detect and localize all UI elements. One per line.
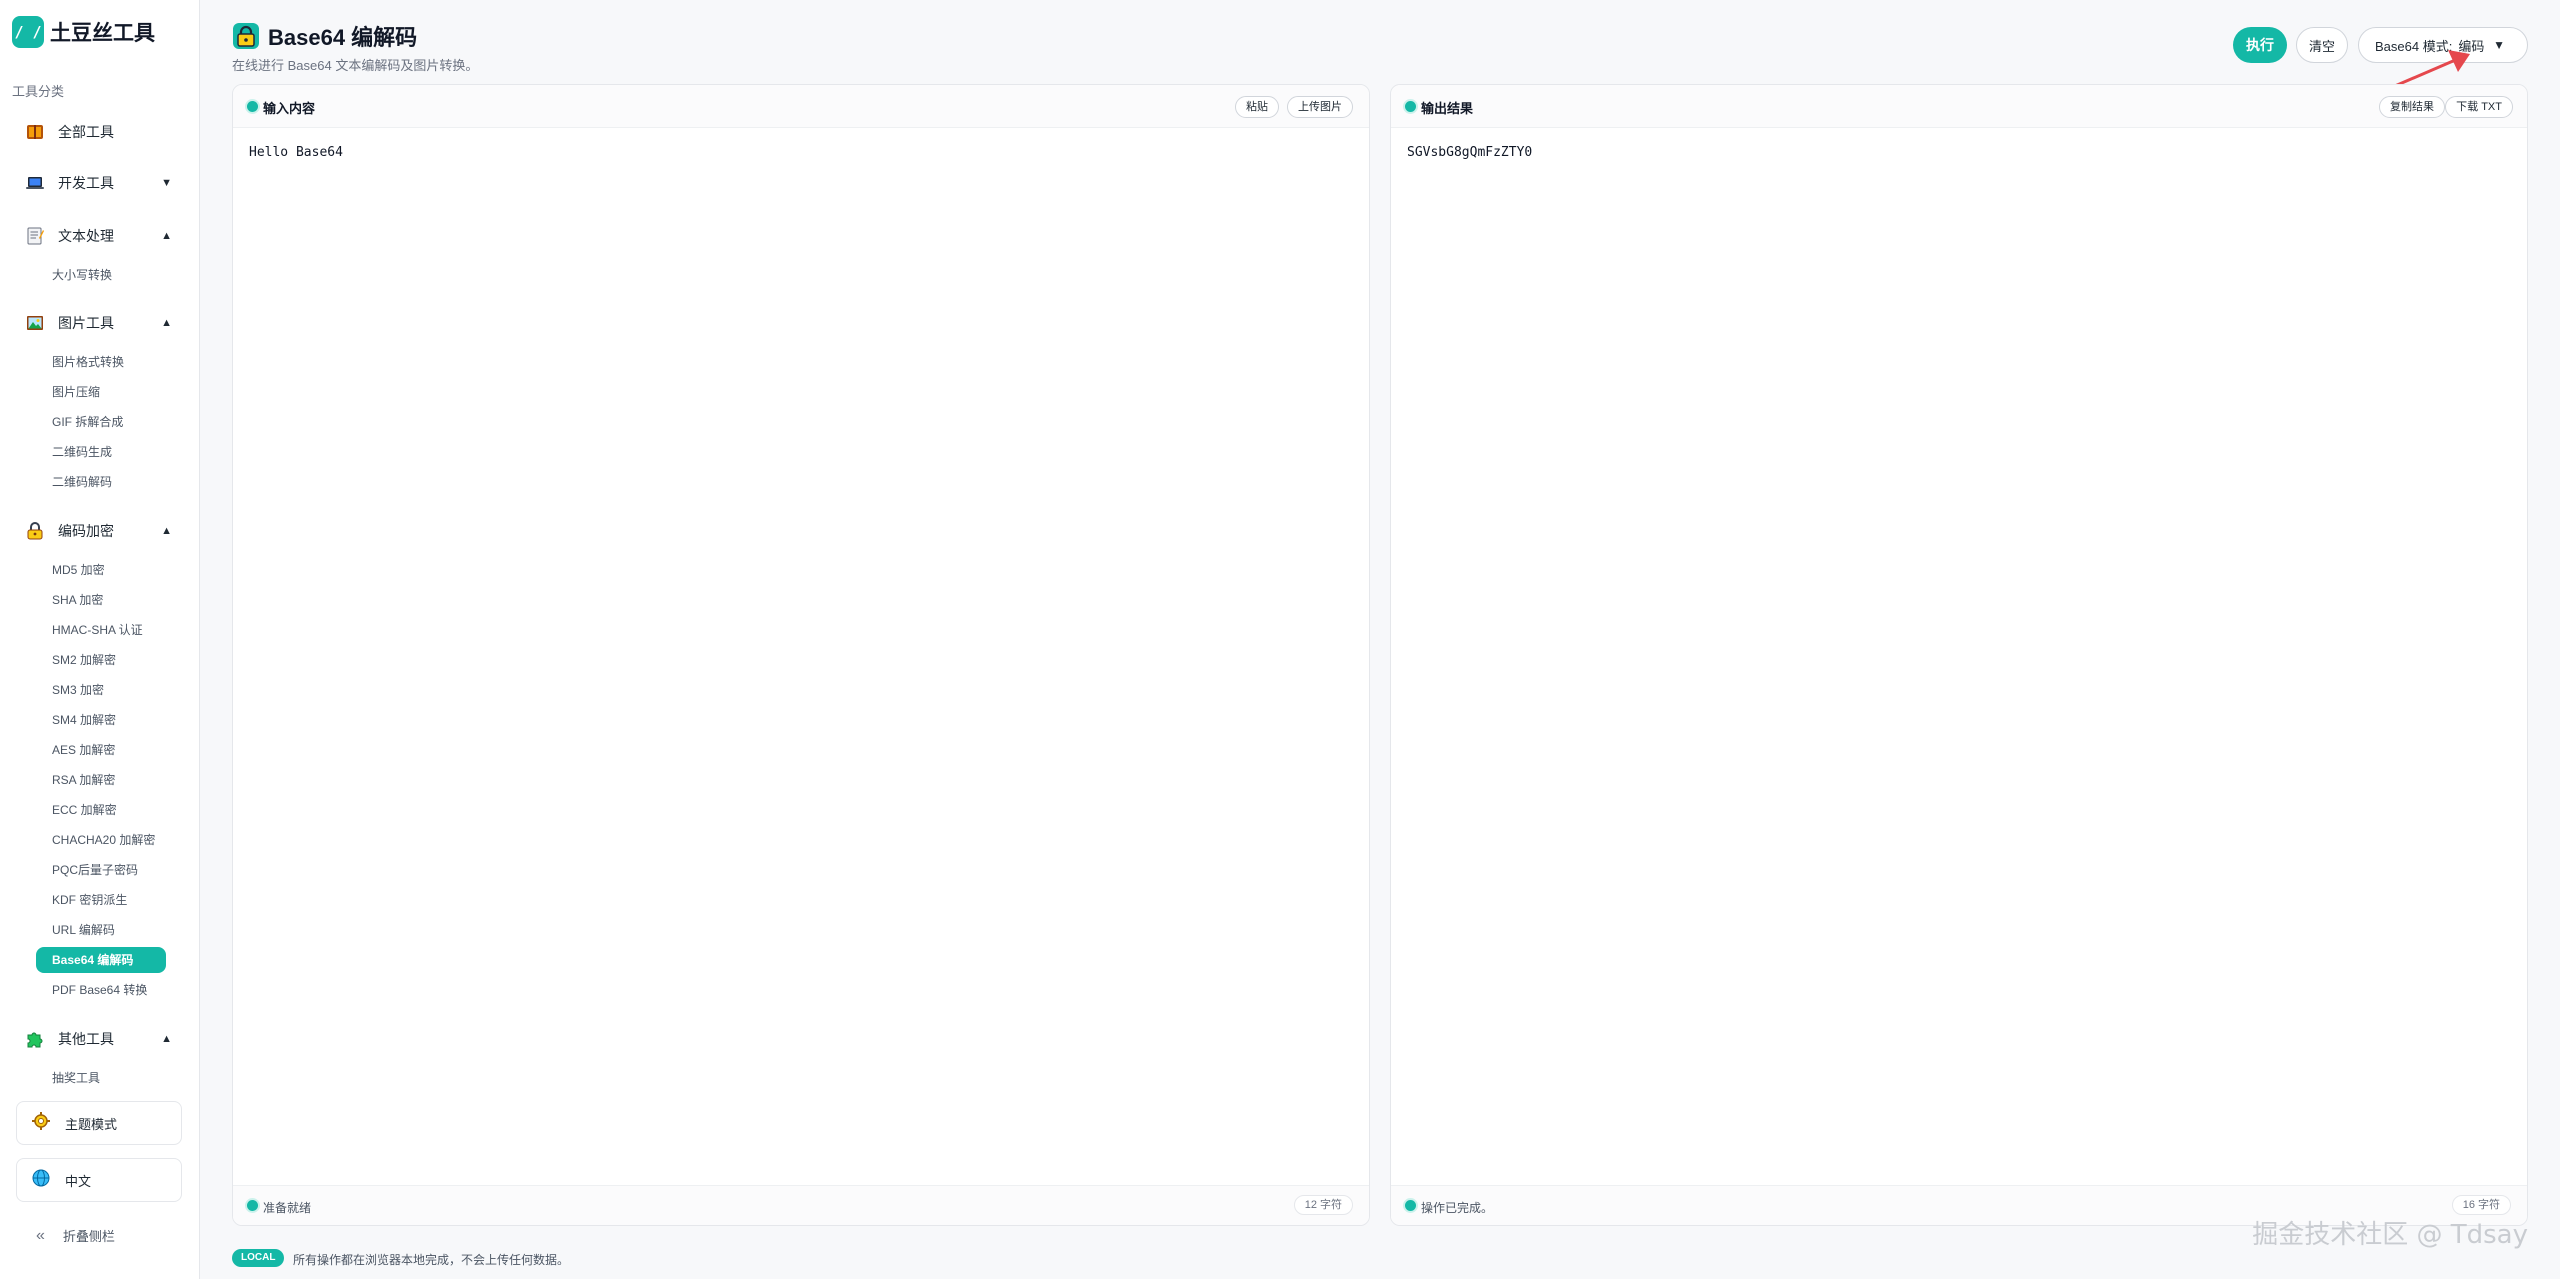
sidebar-category-label: 全部工具 [58,124,114,140]
chevron-up-icon: ▲ [161,1033,172,1045]
copy-result-button[interactable]: 复制结果 [2379,96,2445,118]
page-title: Base64 编解码 [232,20,417,52]
theme-mode-button[interactable]: 主题模式 [16,1101,182,1145]
output-panel: 输出结果 复制结果 下载 TXT SGVsbG8gQmFzZTY0 操作已完成。… [1390,84,2528,1226]
brand-logo-icon: / / [12,16,44,48]
sidebar-section-title: 工具分类 [12,84,65,99]
sidebar-item-hmac-sha[interactable]: HMAC-SHA 认证 [36,617,166,643]
input-panel-footer: 准备就绪 12 字符 [233,1185,1369,1225]
upload-image-button[interactable]: 上传图片 [1287,96,1353,118]
memo-icon [24,225,46,247]
local-note: 所有操作都在浏览器本地完成，不会上传任何数据。 [293,1253,570,1267]
sidebar-category-text[interactable]: 文本处理 ▲ [24,221,172,251]
sidebar-item-aes[interactable]: AES 加解密 [36,737,166,763]
page-title-text: Base64 编解码 [268,25,418,50]
language-button[interactable]: 中文 [16,1158,182,1202]
sidebar-item-ecc[interactable]: ECC 加解密 [36,797,166,823]
sidebar-item-case-convert[interactable]: 大小写转换 [36,262,166,288]
sidebar-item-image-compress[interactable]: 图片压缩 [36,379,166,405]
input-editor[interactable]: Hello Base64 [233,129,1369,1185]
sidebar-item-sm2[interactable]: SM2 加解密 [36,647,166,673]
sidebar-item-sha[interactable]: SHA 加密 [36,587,166,613]
sidebar-item-sm4[interactable]: SM4 加解密 [36,707,166,733]
sidebar-item-qr-generate[interactable]: 二维码生成 [36,439,166,465]
sidebar-item-md5[interactable]: MD5 加密 [36,557,166,583]
picture-icon [24,312,46,334]
collapse-sidebar-label: 折叠侧栏 [62,1229,115,1244]
output-panel-title: 输出结果 [1421,101,1474,116]
sidebar-category-crypto[interactable]: 编码加密 ▲ [24,516,172,546]
collapse-sidebar-button[interactable]: « 折叠侧栏 [36,1226,115,1245]
status-dot-icon [247,101,258,112]
sidebar-item-gif[interactable]: GIF 拆解合成 [36,409,166,435]
brand-name: 土豆丝工具 [50,22,155,45]
output-status: 操作已完成。 [1421,1201,1494,1215]
sidebar: / / 土豆丝工具 工具分类 全部工具 开发工具 ▼ 文本处理 ▲ 大小写转换 … [0,0,200,1279]
sidebar-item-chacha20[interactable]: CHACHA20 加解密 [36,827,166,853]
output-char-count: 16 字符 [2451,1195,2511,1215]
sidebar-category-label: 图片工具 [58,315,114,331]
watermark: 掘金技术社区 @ Tdsay [2252,1220,2528,1250]
input-panel-title: 输入内容 [263,101,316,116]
double-chevron-left-icon: « [36,1226,45,1244]
local-badge: LOCAL [232,1249,285,1267]
sidebar-item-qr-decode[interactable]: 二维码解码 [36,469,166,495]
sidebar-item-url[interactable]: URL 编解码 [36,917,166,943]
book-icon [24,121,46,143]
chevron-down-icon: ▼ [161,177,172,189]
sidebar-item-base64[interactable]: Base64 编解码 [36,947,166,973]
laptop-icon [24,172,46,194]
puzzle-icon [24,1028,46,1050]
output-textarea[interactable]: SGVsbG8gQmFzZTY0 [1407,145,2511,1169]
theme-mode-label: 主题模式 [65,1116,118,1132]
status-dot-icon [1405,1200,1416,1211]
sidebar-category-label: 开发工具 [58,175,114,191]
sidebar-category-other[interactable]: 其他工具 ▲ [24,1024,172,1054]
input-panel: 输入内容 粘贴 上传图片 Hello Base64 准备就绪 12 字符 [232,84,1370,1226]
sidebar-category-label: 其他工具 [58,1031,114,1047]
sidebar-item-rsa[interactable]: RSA 加解密 [36,767,166,793]
input-status: 准备就绪 [263,1201,312,1215]
page-subtitle: 在线进行 Base64 文本编解码及图片转换。 [232,58,479,73]
sidebar-item-pdf-base64[interactable]: PDF Base64 转换 [36,977,166,1003]
input-char-count: 12 字符 [1293,1195,1353,1215]
input-textarea[interactable]: Hello Base64 [249,145,1353,1169]
gear-icon [31,1111,51,1136]
caret-down-icon: ▼ [2493,38,2505,52]
sidebar-item-pqc[interactable]: PQC后量子密码 [36,857,166,883]
sidebar-category-label: 编码加密 [58,523,114,539]
status-dot-icon [1405,101,1416,112]
sidebar-item-lottery[interactable]: 抽奖工具 [36,1065,166,1091]
chevron-up-icon: ▲ [161,525,172,537]
sidebar-category-image[interactable]: 图片工具 ▲ [24,308,172,338]
language-label: 中文 [65,1173,92,1189]
sidebar-item-image-format[interactable]: 图片格式转换 [36,349,166,375]
status-dot-icon [247,1200,258,1211]
lock-icon [24,520,46,542]
chevron-up-icon: ▲ [161,317,172,329]
output-viewer[interactable]: SGVsbG8gQmFzZTY0 [1391,129,2527,1185]
sidebar-item-sm3[interactable]: SM3 加密 [36,677,166,703]
globe-icon [31,1168,51,1193]
sidebar-category-label: 文本处理 [58,228,114,244]
output-panel-header: 输出结果 复制结果 下载 TXT [1391,85,2527,128]
sidebar-category-dev-tools[interactable]: 开发工具 ▼ [24,168,172,198]
input-panel-header: 输入内容 粘贴 上传图片 [233,85,1369,128]
brand[interactable]: / / 土豆丝工具 [12,16,155,48]
chevron-up-icon: ▲ [161,230,172,242]
paste-button[interactable]: 粘贴 [1235,96,1279,118]
sidebar-item-kdf[interactable]: KDF 密钥派生 [36,887,166,913]
sidebar-category-all-tools[interactable]: 全部工具 [24,117,172,147]
lock-icon [232,22,260,50]
download-txt-button[interactable]: 下载 TXT [2445,96,2513,118]
